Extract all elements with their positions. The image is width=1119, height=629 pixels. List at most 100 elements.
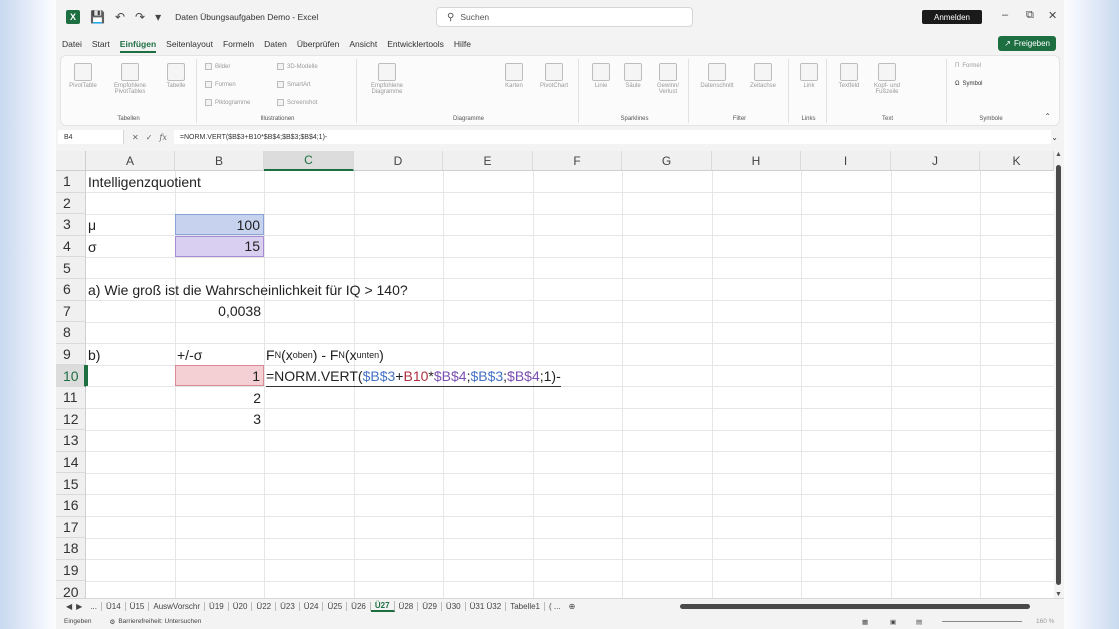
sheet-tab[interactable]: AuswVorschr (149, 602, 206, 611)
vertical-scrollbar[interactable]: ▲ ▼ (1054, 151, 1064, 598)
equation-button[interactable]: Π Formel (955, 63, 981, 69)
menu-ansicht[interactable]: Ansicht (349, 37, 377, 51)
sheet-tab[interactable]: Ü28 (395, 602, 419, 611)
3d-models-button[interactable]: 3D-Modelle (277, 63, 318, 70)
cell-c9[interactable]: F N (x oben) - F N (x unten) (266, 344, 384, 366)
link-button[interactable]: Link (795, 63, 823, 89)
sheet-tab[interactable]: Ü14 (102, 602, 126, 611)
scroll-up-icon[interactable]: ▲ (1055, 151, 1062, 158)
redo-icon[interactable]: ↷ (135, 10, 145, 24)
undo-icon[interactable]: ↶ (115, 10, 125, 24)
sheet-tab[interactable]: Ü20 (229, 602, 253, 611)
menu-seitenlayout[interactable]: Seitenlayout (166, 37, 213, 51)
add-sheet-icon[interactable]: ⊕ (569, 602, 576, 611)
accessibility-status[interactable]: Barrierefreiheit: Untersuchen (118, 618, 201, 625)
row-header-17[interactable]: 17 (56, 516, 86, 539)
pivotchart-button[interactable]: PivotChart (535, 63, 573, 89)
cell-a6[interactable]: a) Wie groß ist die Wahrscheinlichkeit f… (88, 279, 408, 301)
row-header-8[interactable]: 8 (56, 322, 86, 344)
row-header-19[interactable]: 19 (56, 559, 86, 582)
name-box[interactable]: B4 (58, 130, 124, 144)
share-button[interactable]: ↗ Freigeben (998, 36, 1056, 51)
cell-b4[interactable]: 15 (175, 235, 264, 257)
sheet-tab-more[interactable]: ... (86, 602, 102, 611)
row-header-9[interactable]: 9 (56, 343, 86, 366)
textbox-button[interactable]: Textfeld (833, 63, 865, 89)
page-layout-icon[interactable]: ▣ (890, 618, 896, 626)
symbol-button[interactable]: Ω Symbol (955, 81, 983, 87)
menu-ueberpruefen[interactable]: Überprüfen (297, 37, 340, 51)
icons-button[interactable]: Piktogramme (205, 99, 250, 106)
sheet-tab[interactable]: Ü25 (323, 602, 348, 611)
cell-b7[interactable]: 0,0038 (175, 301, 264, 323)
col-header-b[interactable]: B (175, 151, 264, 171)
zoom-slider[interactable] (942, 621, 1022, 622)
col-header-a[interactable]: A (86, 151, 175, 171)
sheet-tab[interactable]: Ü22 (252, 602, 277, 611)
row-header-20[interactable]: 20 (56, 581, 86, 598)
menu-hilfe[interactable]: Hilfe (454, 37, 471, 51)
slicer-button[interactable]: Datenschnitt (695, 63, 739, 89)
tab-next-icon[interactable]: ▶ (76, 602, 82, 611)
sparkline-column-button[interactable]: Säule (619, 63, 647, 89)
row-header-13[interactable]: 13 (56, 430, 86, 452)
menu-start[interactable]: Start (92, 37, 110, 51)
smartart-button[interactable]: SmartArt (277, 81, 311, 88)
screenshot-button[interactable]: Screenshot (277, 99, 317, 106)
minimize-icon[interactable]: – (1002, 9, 1008, 21)
scroll-down-icon[interactable]: ▼ (1055, 591, 1062, 598)
row-header-1[interactable]: 1 (56, 171, 86, 193)
row-header-4[interactable]: 4 (56, 235, 86, 258)
cell-a3[interactable]: μ (88, 214, 96, 236)
col-header-c[interactable]: C (264, 151, 354, 171)
menu-formeln[interactable]: Formeln (223, 37, 254, 51)
menu-entwicklertools[interactable]: Entwicklertools (387, 37, 444, 51)
row-header-16[interactable]: 16 (56, 495, 86, 517)
col-header-d[interactable]: D (354, 151, 443, 171)
col-header-h[interactable]: H (712, 151, 801, 171)
restore-icon[interactable]: ⧉ (1026, 9, 1034, 22)
customize-toolbar-icon[interactable]: ▾ (155, 10, 161, 24)
enter-icon[interactable]: ✓ (146, 133, 153, 142)
menu-datei[interactable]: Datei (62, 37, 82, 51)
cell-b3[interactable]: 100 (175, 214, 264, 236)
cell-b10[interactable]: 1 (175, 365, 264, 387)
row-header-6[interactable]: 6 (56, 279, 86, 301)
select-all-corner[interactable] (56, 151, 86, 171)
row-header-18[interactable]: 18 (56, 538, 86, 560)
vertical-scroll-thumb[interactable] (1056, 165, 1061, 585)
shapes-button[interactable]: Formen (205, 81, 236, 88)
sheet-tab[interactable]: Ü23 (276, 602, 300, 611)
normal-view-icon[interactable]: ▦ (862, 618, 868, 626)
tab-prev-icon[interactable]: ◀ (66, 602, 72, 611)
sheet-tab[interactable]: Ü19 (205, 602, 229, 611)
table-button[interactable]: Tabelle (161, 63, 191, 89)
col-header-e[interactable]: E (443, 151, 533, 171)
expand-formula-icon[interactable]: ⌄ (1051, 133, 1058, 142)
cell-a1[interactable]: Intelligenzquotient (88, 171, 201, 193)
row-header-10[interactable]: 10 (56, 365, 86, 387)
save-icon[interactable]: 💾 (90, 10, 105, 24)
sheet-tab[interactable]: Ü30 (442, 602, 466, 611)
sheet-tab[interactable]: Ü15 (126, 602, 150, 611)
timeline-button[interactable]: Zeitachse (743, 63, 783, 89)
row-header-3[interactable]: 3 (56, 214, 86, 236)
sparkline-line-button[interactable]: Linie (587, 63, 615, 89)
signin-button[interactable]: Anmelden (922, 10, 982, 24)
page-break-icon[interactable]: ▤ (916, 618, 922, 626)
row-header-14[interactable]: 14 (56, 451, 86, 474)
maps-button[interactable]: Karten (499, 63, 529, 89)
recommended-pivottables-button[interactable]: Empfohlene PivotTables (101, 63, 159, 95)
sheet-tab[interactable]: Tabelle1 (506, 602, 545, 611)
cancel-icon[interactable]: ✕ (132, 133, 139, 142)
cell-c10-editing[interactable]: =NORM.VERT($B$3 + B10 * $B$4; $B$3; $B$4 ;1)- (266, 365, 561, 387)
fx-icon[interactable]: fx (159, 133, 166, 142)
cell-b11[interactable]: 2 (175, 387, 264, 409)
col-header-i[interactable]: I (801, 151, 891, 171)
horizontal-scroll-thumb[interactable] (680, 604, 1030, 609)
row-header-11[interactable]: 11 (56, 387, 86, 409)
cell-a9[interactable]: b) (88, 344, 100, 366)
recommended-charts-button[interactable]: Empfohlene Diagramme (367, 63, 407, 95)
col-header-f[interactable]: F (533, 151, 622, 171)
col-header-g[interactable]: G (622, 151, 712, 171)
